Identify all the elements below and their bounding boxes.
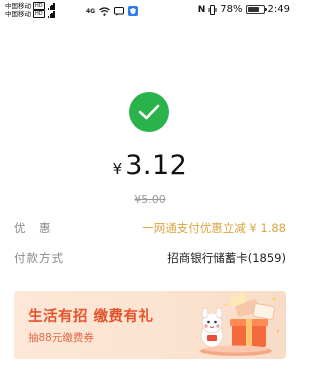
amount-value: 3.12 [125,150,188,181]
original-amount: ¥5.00 [134,193,166,206]
status-right: N 78% 2:49 [198,4,290,15]
discount-value: 一网通支付优惠立减 ¥ 1.88 [142,221,286,235]
promo-banner[interactable]: 生活有招 缴费有礼 抽88元缴费券 [14,291,286,359]
status-bar: 中国移动 HD 中国移动 HD 4G N 78% 2:49 [0,0,300,22]
payment-method-row: 付款方式 招商银行储蓄卡(1859) [14,250,286,266]
status-icons-left: 4G [86,6,139,16]
battery-icon [245,5,267,14]
carrier-info: 中国移动 HD 中国移动 HD [5,2,55,18]
nfc-icon: N [197,4,206,15]
message-icon [114,6,125,16]
carrier-name-1: 中国移动 [5,2,31,10]
payment-amount: ¥ 3.12 [0,150,300,181]
banner-subtitle: 抽88元缴费券 [28,332,94,344]
discount-row: 优 惠 一网通支付优惠立减 ¥ 1.88 [14,220,286,236]
currency-symbol: ¥ [112,160,123,178]
original-amount-row: ¥5.00 [0,193,300,206]
payment-method-label: 付款方式 [14,251,64,265]
success-icon [129,92,169,132]
payment-method-value: 招商银行储蓄卡(1859) [167,251,286,265]
signal-icon [47,2,55,10]
mascot-gift-illustration [200,293,280,356]
wifi-icon [99,6,110,16]
discount-label: 优 惠 [14,221,52,235]
banner-title: 生活有招 缴费有礼 [28,309,154,325]
clock: 2:49 [267,4,290,15]
shield-app-icon [128,6,139,16]
network-type-label: 4G [86,7,96,15]
battery-percent: 78% [220,4,243,15]
vibrate-icon [208,4,217,15]
hd-badge: HD [33,2,45,10]
battery-fill [247,7,260,12]
carrier-name-2: 中国移动 [5,10,31,18]
signal-icon-2 [47,10,55,18]
checkmark-icon [138,104,160,120]
hd-badge-2: HD [33,10,45,18]
